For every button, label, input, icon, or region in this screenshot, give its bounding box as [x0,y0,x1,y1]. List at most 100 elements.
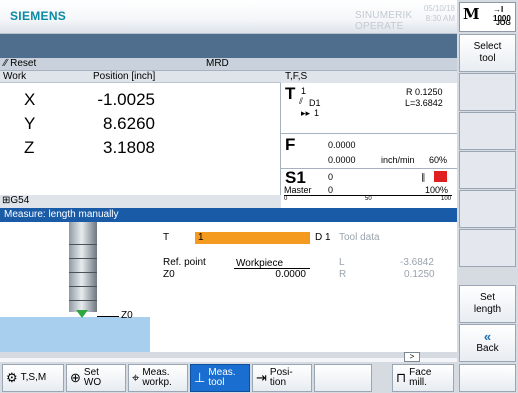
feed-set: 0.0000 [328,140,356,150]
set-wo-label: Set WO [83,367,102,388]
next-tool-arrow-icon: ▸▸ [301,108,311,118]
position-panel: Work Position [inch] X -1.0025 Y 8.6260 … [0,71,281,203]
measure-tool-icon: ⊥ [194,370,206,385]
tool-data-label: Tool data [339,232,380,243]
tfs-panel: T,F,S T 1 ⫽ D1 ▸▸ 1 R 0.1250 L=3.6842 F … [281,71,457,208]
axis-z-value: 3.1808 [103,138,155,157]
next-tool: 1 [314,108,320,118]
axis-y-label: Y [24,114,36,133]
program-name: MRD [206,58,229,69]
z0-label: Z0 [163,269,175,280]
horizontal-softkey-6[interactable] [314,364,372,392]
meas-tool-softkey[interactable]: ⊥ Meas. tool [190,364,250,392]
z0-graphic-label: Z0 [121,310,133,321]
vertical-softkey-3[interactable] [459,112,516,150]
tool-input[interactable]: 1 [195,232,310,244]
tool-letter: T [285,84,296,103]
header-bar: SIEMENS SINUMERIK OPERATE 05/10/18 8:30 … [0,0,457,34]
work-offset-line: ⊞G54 [0,195,281,208]
vertical-softkey-5[interactable] [459,190,516,228]
ref-point-label: Ref. point [163,257,206,268]
spindle-actual: 0 [328,185,334,195]
tsm-softkey[interactable]: ⚙ T,S,M [2,364,64,392]
position-icon: ⇥ [256,370,267,385]
position-column-header: Position [inch] [75,71,281,83]
measure-point-arrow-icon [76,310,88,318]
workpiece-graphic [0,317,150,352]
tool-length-value: -3.6842 [400,257,434,268]
tool-radius-value: 0.1250 [404,269,435,280]
reset-label: Reset [10,58,37,69]
channel-status-line: ⁄⁄ Reset MRD [0,58,457,71]
alarm-line [0,34,457,58]
feed-unit: inch/min [381,155,415,165]
time: 8:30 AM [425,14,455,23]
feed-letter: F [285,135,296,154]
operating-mode-indicator: M →I 1000 JOG [459,2,516,32]
date-time: 05/10/18 8:30 AM [419,4,455,24]
spindle-stop-icon [434,171,447,182]
spindle-set: 0 [328,172,334,182]
tool-spindle-icon: ⚙ [6,370,18,385]
end-mill-tool-graphic [69,222,97,312]
feed-actual: 0.0000 [328,155,356,165]
measure-workpiece-icon: ⌖ [132,370,140,385]
work-offset-label: G54 [10,195,30,206]
tsm-label: T,S,M [20,372,47,383]
z0-input[interactable]: 0.0000 [234,269,310,281]
flute-line [69,258,97,259]
spindle-scale-mid: 50 [365,196,372,202]
sinumerik-window: SIEMENS SINUMERIK OPERATE 05/10/18 8:30 … [0,0,518,393]
flute-line [69,244,97,245]
tool-type-icon: ⫽ [299,96,304,106]
z0-reference-line [97,316,119,317]
select-tool-label: Select tool [473,41,502,64]
tfs-separator-2 [281,168,457,169]
measure-dialog: Z0 T 1 D 1 Tool data Ref. point Workpiec… [0,222,457,352]
back-chevron-icon: « [483,329,492,344]
tool-field-label: T [163,232,170,243]
vertical-softkey-4[interactable] [459,151,516,189]
softkey-nav-row [0,352,457,358]
spindle-pause-icon: ∥ [421,172,426,182]
machine-mode-icon: M [463,5,480,23]
face-mill-label: Face mill. [409,367,432,388]
horizontal-softkey-8[interactable] [459,364,516,392]
axis-x-label: X [24,90,36,109]
spindle-scale-min: 0 [284,196,288,202]
date: 05/10/18 [423,4,455,13]
set-length-button[interactable]: Set length [459,285,516,323]
axis-x-value: -1.0025 [97,90,155,109]
next-page-icon[interactable]: > [404,352,420,362]
feed-override: 60% [429,155,448,165]
measure-dialog-title: Measure: length manually [0,208,457,222]
ref-point-select[interactable]: Workpiece [234,258,310,269]
measure-graphic: Z0 [0,222,150,352]
set-wo-softkey[interactable]: ⊕ Set WO [66,364,126,392]
d-number: D 1 [315,232,331,243]
tool-radius-label: R [339,269,347,280]
axis-z-label: Z [24,138,35,157]
mode-label: JOG [496,20,511,27]
axis-y-value: 8.6260 [103,114,155,133]
spindle-scale-max: 100 [441,196,452,202]
tfs-separator-1 [281,133,457,134]
meas-tool-label: Meas. tool [208,367,236,388]
spindle-override: 100% [425,185,449,195]
set-length-label: Set length [473,292,502,315]
flute-line [69,300,97,301]
back-button[interactable]: « Back [459,324,516,362]
spindle-mode: Master [284,185,312,195]
meas-workp-label: Meas. workp. [142,367,172,388]
tool-length: L=3.6842 [405,98,443,108]
vertical-softkey-2[interactable] [459,73,516,111]
tool-number: 1 [301,86,307,96]
position-softkey[interactable]: ⇥ Posi- tion [252,364,312,392]
meas-workp-softkey[interactable]: ⌖ Meas. workp. [128,364,188,392]
face-mill-softkey[interactable]: ⊓ Face mill. [392,364,454,392]
vertical-softkey-6[interactable] [459,229,516,267]
tool-radius: R 0.1250 [406,87,443,97]
work-column-header: Work [0,71,75,83]
back-label: Back [476,343,499,354]
select-tool-button[interactable]: Select tool [459,34,516,72]
